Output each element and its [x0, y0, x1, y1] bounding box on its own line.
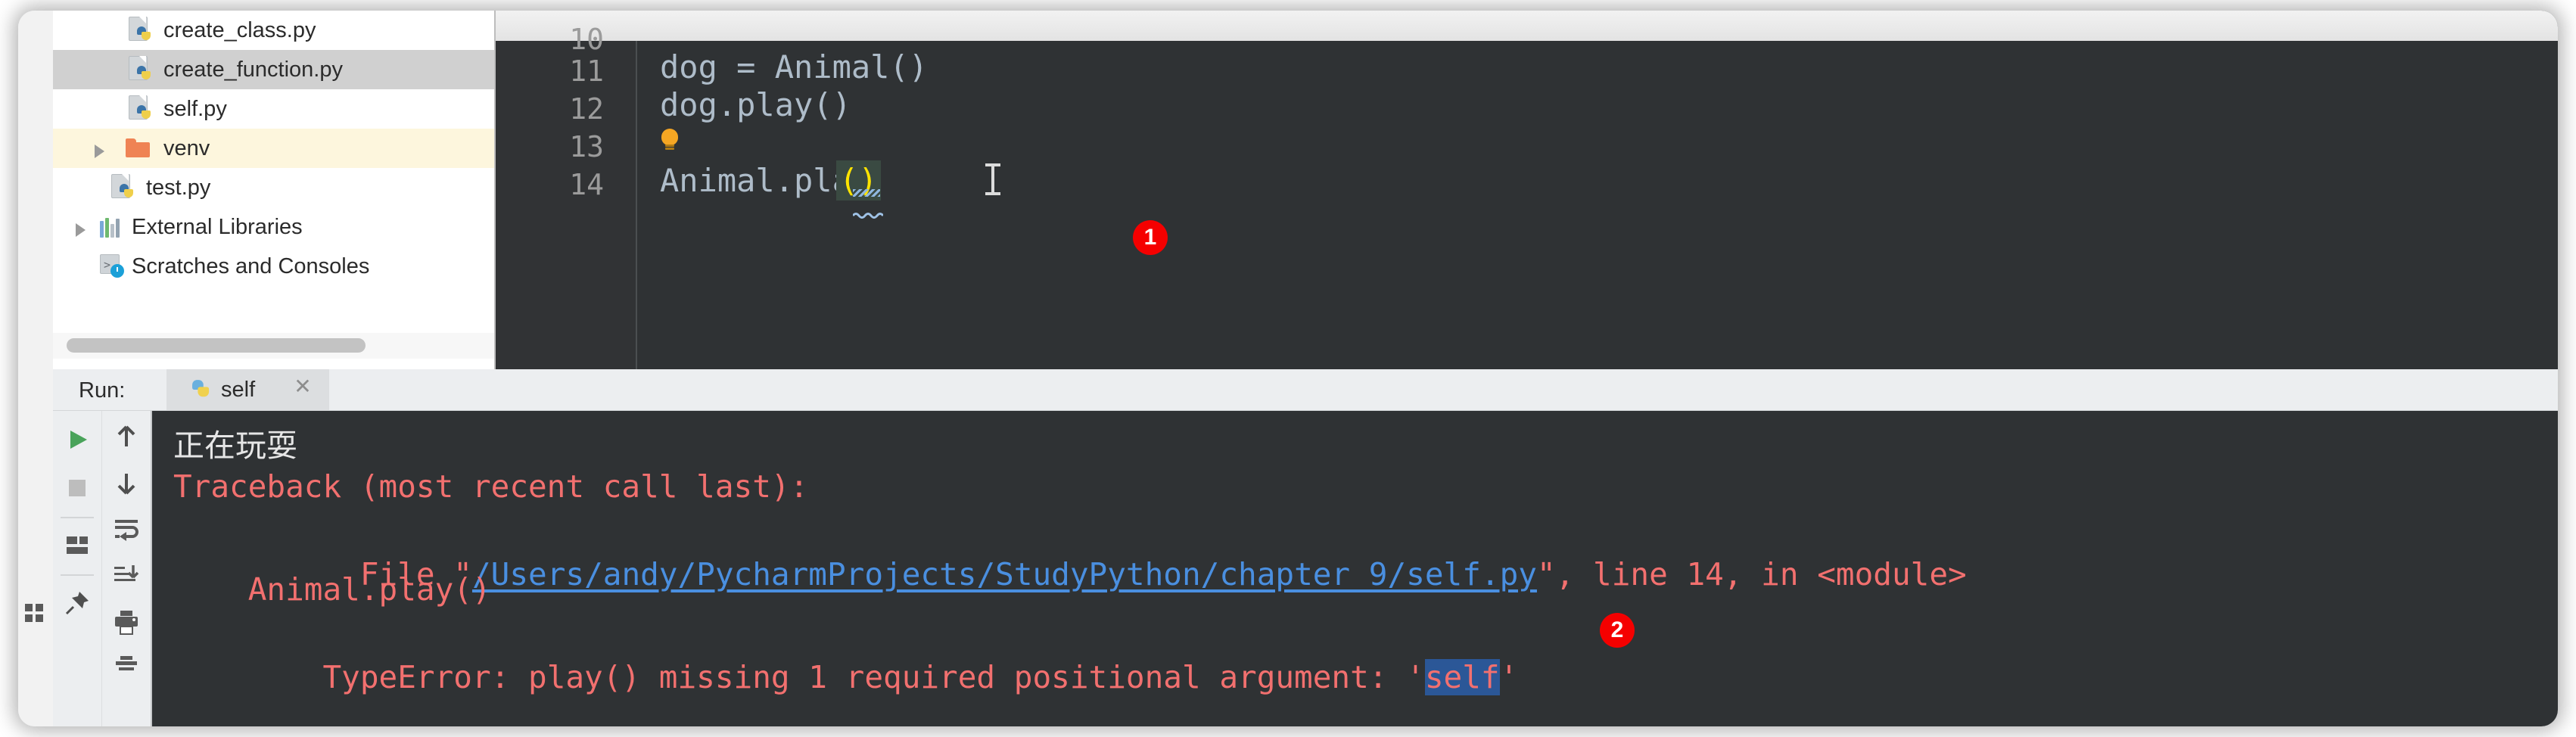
scratches-icon: >: [100, 254, 126, 278]
top-area: create_class.py create_function.py self.…: [53, 11, 2558, 369]
error-squiggle: [851, 189, 885, 219]
pin-icon[interactable]: [61, 586, 94, 620]
editor-top-strip: [496, 11, 2558, 41]
tree-item-external-libraries[interactable]: External Libraries: [53, 207, 494, 247]
editor-gutter[interactable]: 10 11 12 13 14: [496, 23, 637, 369]
code-line-12: dog.play(): [660, 86, 851, 123]
tree-item-scratches-and-consoles[interactable]: > Scratches and Consoles: [53, 247, 494, 286]
python-file-icon: [129, 56, 153, 83]
text-cursor: [985, 162, 1000, 197]
console-line-traceback: Traceback (most recent call last):: [173, 468, 809, 505]
run-tool-window-header: Run: self ✕: [53, 369, 2558, 411]
line-number: 10: [569, 23, 604, 56]
run-tool-window: Run: self ✕ 正在玩耍 Traceback (most recent …: [53, 369, 2558, 726]
ide-window: 7: Structure tes create_class.py: [18, 11, 2558, 726]
soft-wrap-icon[interactable]: [110, 512, 143, 546]
file-path-link[interactable]: /Users/andy/PycharmProjects/StudyPython/…: [472, 556, 1537, 592]
left-tool-strip: 7: Structure tes: [18, 11, 79, 726]
tree-item-create_function-py[interactable]: create_function.py: [53, 50, 494, 89]
run-tab-label: self: [221, 377, 256, 402]
tree-item-venv[interactable]: venv: [53, 129, 494, 168]
tree-item-self-py[interactable]: self.py: [53, 89, 494, 129]
file-suffix: ", line 14, in <module>: [1536, 556, 1967, 592]
tree-item-label: External Libraries: [132, 214, 303, 239]
code-line-11: dog = Animal(): [660, 48, 929, 86]
close-icon[interactable]: ✕: [293, 376, 313, 397]
typeerror-suffix: ': [1499, 659, 1519, 695]
console-layout-icon[interactable]: [61, 528, 94, 561]
run-tab-self[interactable]: self ✕: [166, 369, 329, 410]
run-toolbar-primary: [53, 411, 102, 726]
tree-bottom-edge: [53, 359, 494, 369]
tree-item-create_class-py[interactable]: create_class.py: [53, 11, 494, 50]
line-number: 11: [569, 54, 604, 88]
stop-icon[interactable]: [61, 471, 94, 505]
tree-item-label: create_class.py: [163, 17, 316, 42]
run-console-output[interactable]: 正在玩耍 Traceback (most recent call last): …: [152, 411, 2558, 726]
chevron-right-icon[interactable]: [95, 145, 104, 158]
scroll-to-end-icon[interactable]: [110, 559, 143, 592]
tree-item-label: Scratches and Consoles: [132, 253, 370, 278]
tree-item-label: test.py: [146, 175, 211, 200]
annotation-badge-2: 2: [1600, 613, 1635, 648]
annotation-badge-1: 1: [1133, 220, 1168, 255]
console-line-typeerror: TypeError: play() missing 1 required pos…: [173, 623, 1518, 726]
print-icon[interactable]: [110, 606, 143, 639]
run-label: Run:: [79, 378, 126, 403]
clear-all-icon[interactable]: [110, 653, 143, 686]
code-editor: 10 11 12 13 14 dog = Animal() dog.play(): [496, 11, 2558, 369]
libraries-icon: [100, 216, 124, 238]
console-line-frame: Animal.play(): [173, 571, 491, 608]
python-file-icon: [129, 17, 153, 44]
tree-item-test-py[interactable]: test.py: [53, 168, 494, 207]
selected-text-self[interactable]: self: [1424, 659, 1500, 695]
python-icon: [190, 377, 212, 402]
python-file-icon: [111, 174, 135, 201]
line-number: 14: [569, 168, 604, 201]
tree-item-label: venv: [163, 135, 210, 160]
tree-item-label: create_function.py: [163, 57, 343, 82]
project-tool-window: create_class.py create_function.py self.…: [53, 11, 496, 369]
screenshot-root: 7: Structure tes create_class.py: [0, 0, 2576, 737]
python-file-icon: [129, 95, 153, 123]
scrollbar-thumb[interactable]: [67, 338, 366, 353]
up-arrow-icon[interactable]: [110, 420, 143, 453]
line-number: 13: [569, 130, 604, 163]
lightbulb-icon[interactable]: [661, 129, 678, 151]
structure-icon: [25, 604, 45, 623]
rerun-icon[interactable]: [61, 423, 94, 456]
typeerror-prefix: TypeError: play() missing 1 required pos…: [322, 659, 1425, 695]
chevron-right-icon[interactable]: [76, 223, 86, 237]
folder-icon: [126, 138, 151, 158]
project-tree-hscrollbar[interactable]: [53, 333, 494, 359]
console-line-output: 正在玩耍: [173, 428, 297, 464]
down-arrow-icon[interactable]: [110, 467, 143, 500]
tree-item-label: self.py: [163, 96, 227, 121]
line-number: 12: [569, 92, 604, 126]
editor-text-area[interactable]: dog = Animal() dog.play() Animal.play (): [637, 41, 2558, 369]
run-toolbar-secondary: [102, 411, 152, 726]
